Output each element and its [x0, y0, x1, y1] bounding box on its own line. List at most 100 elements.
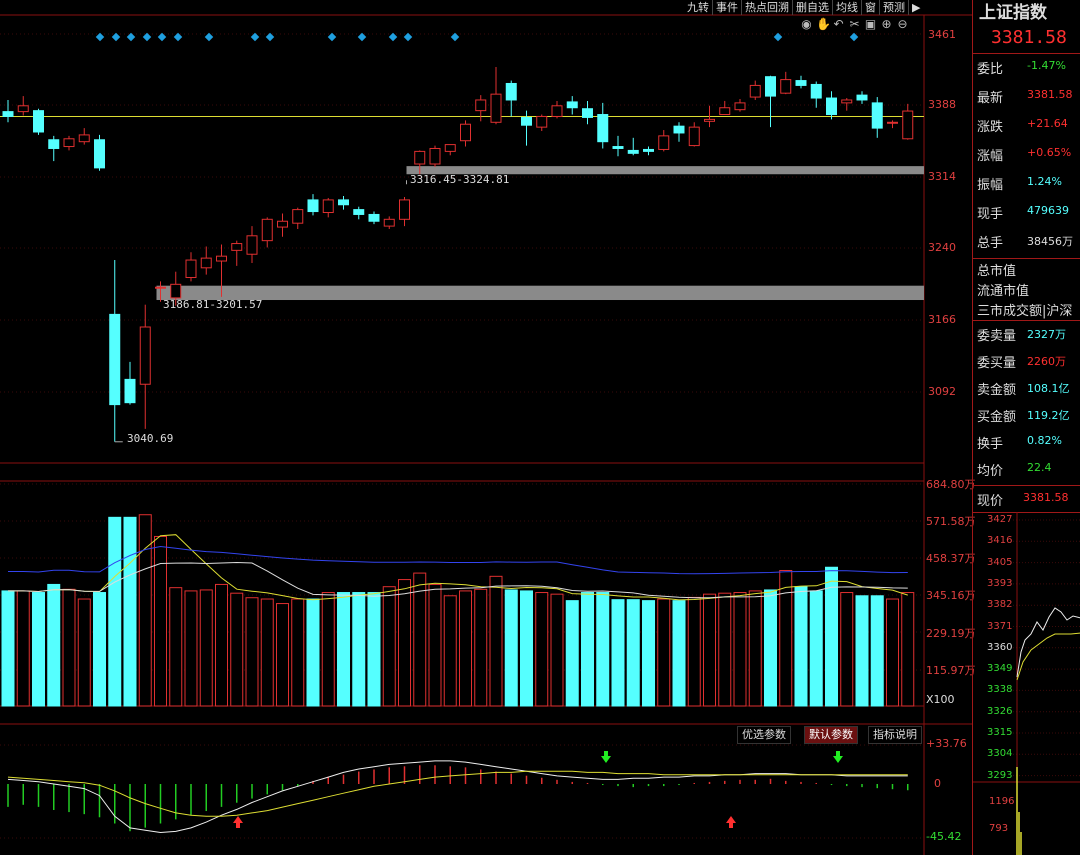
orderbook-label: 换手	[977, 437, 1004, 452]
candle-body	[231, 243, 243, 251]
price-axis-label: 3314	[928, 170, 956, 183]
index-name: 上证指数	[979, 3, 1047, 23]
toolbar-forecast[interactable]: 预测	[879, 0, 908, 15]
candle-body	[322, 199, 334, 214]
candle-body	[399, 199, 410, 220]
candle-body	[719, 107, 731, 116]
volume-bar	[184, 590, 198, 707]
candle-body	[582, 108, 593, 118]
buy-signal-icon	[726, 816, 736, 828]
quote-row: 委比 -1.47%	[977, 58, 1080, 82]
candle-body	[780, 79, 792, 94]
intraday-axis-label: 3427	[987, 514, 1013, 525]
price-axis-label: 3166	[928, 313, 956, 326]
signal-diamond	[403, 32, 413, 42]
orderbook-row: 买金额 119.2亿	[977, 406, 1080, 430]
volume-bar	[77, 598, 91, 707]
candle-body	[246, 235, 258, 255]
candle-body	[871, 102, 883, 129]
candle-body	[261, 218, 273, 242]
toolbar-events[interactable]: 事件	[712, 0, 741, 15]
macd-dea-line	[7, 770, 908, 817]
orderbook-value: 108.1亿	[1027, 382, 1070, 395]
quote-row: 现手 479639	[977, 203, 1080, 227]
volume-bar	[291, 598, 305, 707]
candle-body	[795, 80, 807, 86]
volume-bar	[245, 597, 259, 707]
candle-body	[734, 102, 746, 111]
volume-bar	[504, 589, 518, 707]
candle-body	[78, 134, 90, 143]
candle-body	[902, 110, 914, 140]
candle-body	[185, 259, 197, 279]
toolbar-nine-turn[interactable]: 九转	[684, 0, 712, 15]
volume-bar	[809, 590, 823, 707]
candle-body	[94, 139, 105, 169]
candle-body	[383, 218, 395, 227]
preferred-params-button[interactable]: 优选参数	[737, 726, 791, 744]
orderbook-row: 均价 22.4	[977, 460, 1080, 484]
volume-bar	[474, 588, 488, 707]
eye-icon[interactable]: ◉	[800, 17, 813, 31]
volume-bar	[733, 592, 747, 707]
candle-body	[216, 255, 227, 262]
quote-label: 总手	[977, 236, 1004, 251]
volume-axis-label: 345.16万	[926, 589, 976, 602]
zoom-out-icon[interactable]: ⊖	[896, 17, 909, 31]
save-icon[interactable]: ▣	[864, 17, 877, 31]
toolbar-moving-average[interactable]: 均线	[832, 0, 861, 15]
price-axis-label: 3240	[928, 241, 956, 254]
hand-icon[interactable]: ✋	[816, 17, 831, 31]
default-params-button[interactable]: 默认参数	[804, 726, 858, 744]
undo-icon[interactable]: ↶	[832, 17, 845, 31]
candle-body	[292, 209, 304, 224]
volume-bar	[62, 588, 76, 707]
volume-bar	[32, 592, 45, 707]
indicator-help-button[interactable]: 指标说明	[868, 726, 922, 744]
volume-bar	[565, 600, 579, 707]
buy-signal-icon	[233, 816, 243, 828]
volume-bar	[428, 583, 442, 707]
volume-bar	[123, 516, 137, 707]
intraday-axis-label: 3326	[987, 705, 1013, 717]
volume-bar	[840, 592, 854, 707]
intraday-axis-label: 3416	[987, 535, 1013, 547]
candle-body	[277, 220, 288, 228]
toolbar-hotspot-review[interactable]: 热点回溯	[741, 0, 792, 15]
quote-value: +0.65%	[1027, 146, 1072, 159]
price-axis-label: 3461	[928, 28, 956, 41]
volume-bar	[413, 572, 427, 707]
orderbook-value: 2260万	[1027, 355, 1066, 368]
intraday-axis-label: 3382	[987, 599, 1013, 611]
quote-value: 3381.58	[1027, 88, 1073, 101]
toolbar-remove-watchlist[interactable]: 删自选	[792, 0, 832, 15]
float-market-cap-label: 流通市值	[977, 284, 1030, 299]
candle-body	[17, 105, 29, 113]
quote-value: -1.47%	[1027, 59, 1066, 72]
candle-body	[627, 149, 639, 154]
toolbar-collapse-icon[interactable]: ▶	[908, 0, 923, 15]
scissors-icon[interactable]: ✂	[848, 17, 861, 31]
zoom-in-icon[interactable]: ⊕	[880, 17, 893, 31]
volume-bar	[398, 579, 411, 707]
volume-bar	[260, 598, 274, 707]
volume-bar	[703, 593, 716, 707]
candle-body	[643, 148, 654, 152]
intraday-axis-label: 3393	[987, 577, 1013, 589]
volume-bar	[16, 590, 30, 707]
current-price-label: 现价	[977, 494, 1004, 509]
intraday-volume-bar	[1016, 767, 1022, 855]
orderbook-value: 0.82%	[1027, 434, 1062, 447]
intraday-axis-label: 3360	[987, 641, 1013, 653]
volume-bar	[626, 599, 640, 707]
intraday-axis-label: 3349	[987, 663, 1013, 675]
candle-body	[841, 99, 853, 104]
candle-body	[856, 94, 868, 101]
signal-diamond	[327, 32, 337, 42]
volume-bar	[337, 592, 350, 707]
volume-bar	[642, 600, 655, 707]
candle-body	[429, 147, 441, 165]
orderbook-row: 委卖量 2327万	[977, 325, 1080, 349]
toolbar-window[interactable]: 窗	[861, 0, 879, 15]
volume-axis-label: 229.19万	[926, 627, 976, 640]
